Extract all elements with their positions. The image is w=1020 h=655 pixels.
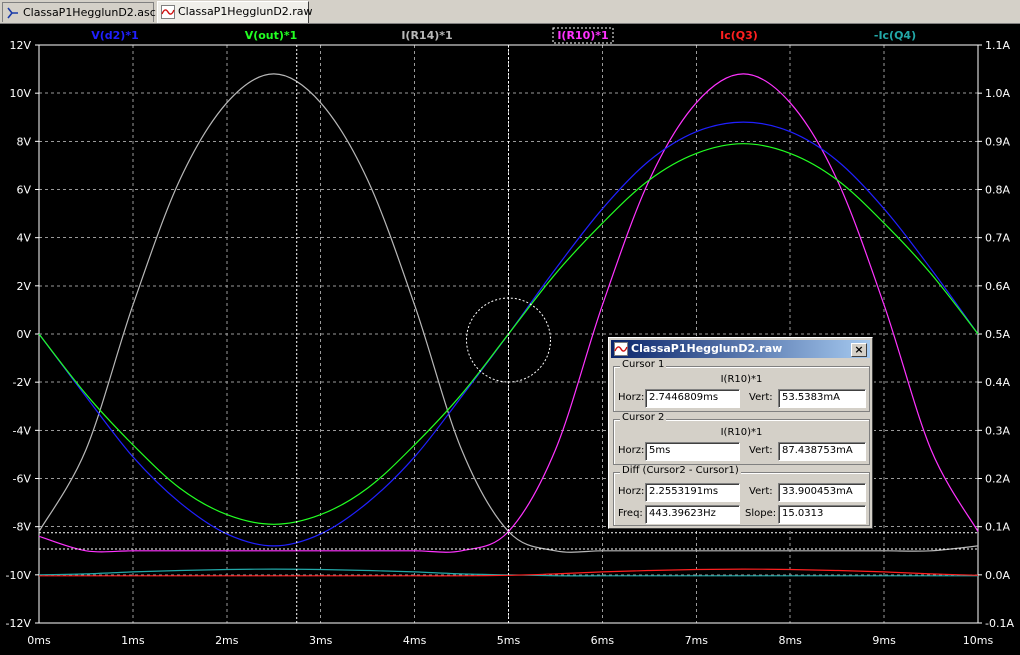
y-left-tick-label: 2V — [16, 280, 31, 293]
cursor-dialog-titlebar[interactable]: ClassaP1HegglunD2.raw × — [611, 340, 870, 358]
x-tick-label: 3ms — [309, 634, 333, 647]
close-icon[interactable]: × — [854, 343, 863, 356]
y-left-tick-label: 12V — [9, 39, 31, 52]
legend-label[interactable]: I(R14)*1 — [401, 29, 452, 42]
legend-label[interactable]: I(R10)*1 — [557, 29, 608, 42]
y-left-tick-label: -6V — [13, 473, 32, 486]
diff-freq-field[interactable]: 443.39623Hz — [645, 505, 740, 524]
y-right-tick-label: 0.0A — [985, 569, 1010, 582]
y-left-tick-label: 0V — [16, 328, 31, 341]
y-right-tick-label: 0.4A — [985, 376, 1010, 389]
diff-slope-field[interactable]: 15.0313 — [778, 505, 866, 524]
cursor1-group: Cursor 1 I(R10)*1 Horz: 2.7446809ms Vert… — [613, 359, 870, 412]
x-tick-label: 1ms — [121, 634, 145, 647]
diff-heading: Diff (Cursor2 - Cursor1) — [620, 465, 741, 476]
y-right-tick-label: -0.1A — [985, 617, 1014, 630]
cursor2-vert-label: Vert: — [749, 445, 773, 456]
y-right-tick-label: 0.8A — [985, 184, 1010, 197]
diff-slope-label: Slope: — [745, 508, 777, 519]
x-tick-label: 6ms — [591, 634, 615, 647]
tab-schematic-label: ClassaP1HegglunD2.asc — [23, 6, 156, 19]
cursor2-trace: I(R10)*1 — [720, 427, 763, 438]
diff-vert-field[interactable]: 33.900453mA — [778, 483, 866, 502]
cursor1-horz-field[interactable]: 2.7446809ms — [645, 389, 740, 408]
x-tick-label: 7ms — [685, 634, 709, 647]
legend-label[interactable]: V(d2)*1 — [91, 29, 139, 42]
y-right-tick-label: 0.9A — [985, 135, 1010, 148]
waveform-icon — [614, 342, 628, 356]
cursor1-horz-label: Horz: — [618, 392, 645, 403]
y-left-tick-label: -12V — [6, 617, 32, 630]
x-tick-label: 4ms — [403, 634, 427, 647]
schematic-icon — [7, 7, 18, 19]
legend-label[interactable]: Ic(Q3) — [720, 29, 758, 42]
tab-waveform-label: ClassaP1HegglunD2.raw — [178, 5, 313, 18]
y-right-tick-label: 0.7A — [985, 232, 1010, 245]
cursor1-heading: Cursor 1 — [620, 359, 667, 370]
cursor2-horz-field[interactable]: 5ms — [645, 442, 740, 461]
cursor1-vert-label: Vert: — [749, 392, 773, 403]
tab-waveform[interactable]: ClassaP1HegglunD2.raw — [157, 1, 313, 23]
x-tick-label: 8ms — [778, 634, 802, 647]
y-right-tick-label: 0.5A — [985, 328, 1010, 341]
x-tick-label: 0ms — [27, 634, 51, 647]
legend-label[interactable]: -Ic(Q4) — [874, 29, 916, 42]
y-left-tick-label: -10V — [6, 569, 32, 582]
y-right-tick-label: 1.1A — [985, 39, 1010, 52]
cursor2-group: Cursor 2 I(R10)*1 Horz: 5ms Vert: 87.438… — [613, 412, 870, 465]
y-left-tick-label: -2V — [13, 376, 32, 389]
x-tick-label: 2ms — [215, 634, 239, 647]
tab-schematic[interactable]: ClassaP1HegglunD2.asc — [2, 2, 156, 22]
cursor-dialog: ClassaP1HegglunD2.raw × Cursor 1 I(R10)*… — [608, 337, 873, 529]
x-tick-label: 5ms — [497, 634, 521, 647]
waveform-icon — [161, 5, 175, 19]
x-tick-label: 10ms — [963, 634, 994, 647]
diff-group: Diff (Cursor2 - Cursor1) Horz: 2.2553191… — [613, 465, 870, 526]
y-right-tick-label: 1.0A — [985, 87, 1010, 100]
y-left-tick-label: 8V — [16, 135, 31, 148]
diff-vert-label: Vert: — [749, 486, 773, 497]
y-right-tick-label: 0.3A — [985, 424, 1010, 437]
close-button[interactable]: × — [851, 343, 867, 357]
cursor2-horz-label: Horz: — [618, 445, 645, 456]
diff-freq-label: Freq: — [618, 508, 643, 519]
legend-label[interactable]: V(out)*1 — [245, 29, 298, 42]
cursor2-vert-field[interactable]: 87.438753mA — [778, 442, 866, 461]
tab-bar: ClassaP1HegglunD2.asc ClassaP1HegglunD2.… — [0, 0, 1020, 24]
cursor1-vert-field[interactable]: 53.5383mA — [778, 389, 866, 408]
x-tick-label: 9ms — [872, 634, 896, 647]
y-left-tick-label: -8V — [13, 521, 32, 534]
cursor2-heading: Cursor 2 — [620, 412, 667, 423]
cursor-dialog-title: ClassaP1HegglunD2.raw — [631, 342, 783, 355]
y-left-tick-label: 6V — [16, 184, 31, 197]
diff-horz-field[interactable]: 2.2553191ms — [645, 483, 740, 502]
y-left-tick-label: 4V — [16, 232, 31, 245]
y-left-tick-label: 10V — [9, 87, 31, 100]
y-right-tick-label: 0.6A — [985, 280, 1010, 293]
y-left-tick-label: -4V — [13, 424, 32, 437]
diff-horz-label: Horz: — [618, 486, 645, 497]
y-right-tick-label: 0.1A — [985, 521, 1010, 534]
y-right-tick-label: 0.2A — [985, 473, 1010, 486]
cursor1-trace: I(R10)*1 — [720, 374, 763, 385]
